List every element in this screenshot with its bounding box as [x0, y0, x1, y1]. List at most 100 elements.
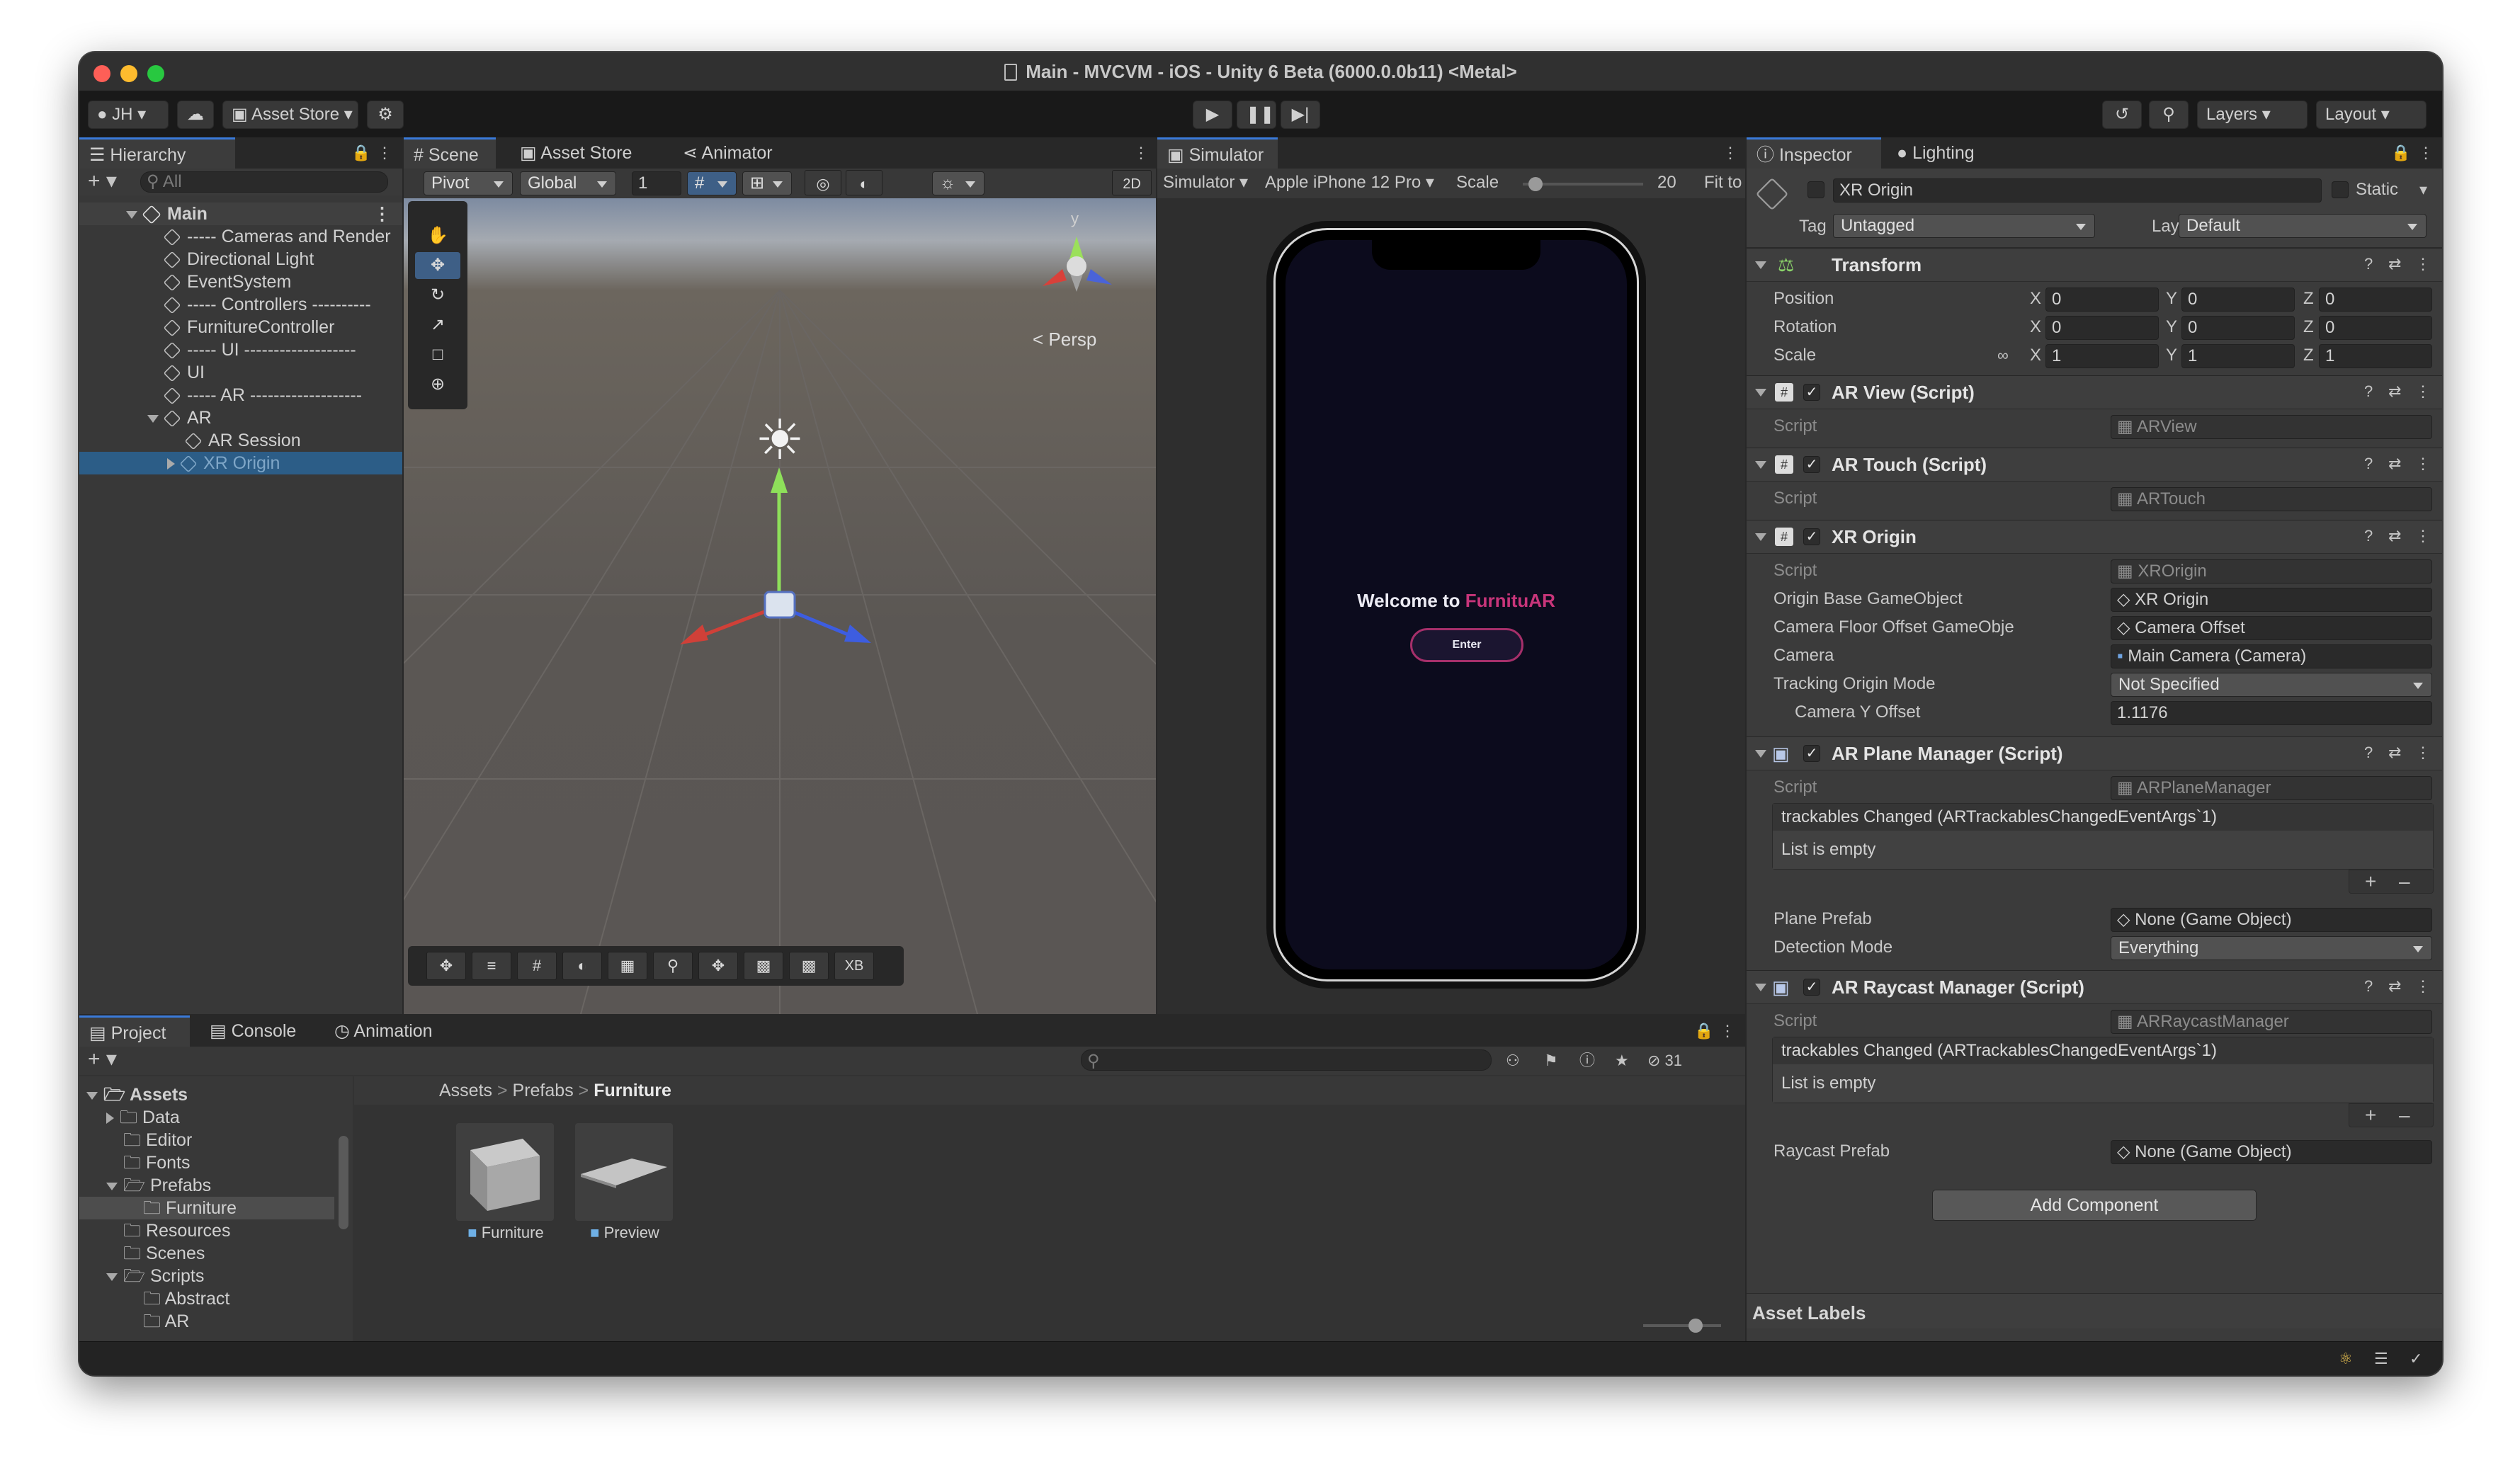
- help-icon[interactable]: ?: [2364, 743, 2373, 763]
- fit-to-screen-button[interactable]: Fit to: [1704, 171, 1742, 194]
- filter-log-icon[interactable]: ⓘ: [1579, 1051, 1595, 1071]
- overlay-anchor-button[interactable]: ✥: [698, 952, 738, 980]
- preset-icon[interactable]: ⇄: [2388, 382, 2401, 402]
- layers-dropdown[interactable]: Layers ▾: [2197, 101, 2308, 129]
- debug-icon[interactable]: ⚛: [2339, 1349, 2353, 1369]
- more-options-icon[interactable]: ⋮: [2418, 143, 2434, 163]
- ar-view-script-field[interactable]: ▦ ARView: [2111, 415, 2432, 439]
- hierarchy-item[interactable]: ----- UI -------------------: [163, 338, 356, 361]
- camera-y-offset-field[interactable]: 1.1176: [2111, 701, 2432, 725]
- overlay-camera-button[interactable]: ▩: [744, 952, 783, 980]
- create-asset-icon[interactable]: + ▾: [88, 1049, 117, 1070]
- ar-raycast-manager-header[interactable]: ▣ ✓ AR Raycast Manager (Script) ? ⇄ ⋮: [1747, 970, 2442, 1004]
- component-more-icon[interactable]: ⋮: [2415, 254, 2431, 274]
- component-more-icon[interactable]: ⋮: [2415, 454, 2431, 474]
- object-name-field[interactable]: XR Origin: [1833, 178, 2322, 203]
- tracking-origin-mode-dropdown[interactable]: Not Specified: [2111, 673, 2432, 697]
- lock-icon[interactable]: 🔒: [2391, 143, 2410, 163]
- pivot-dropdown[interactable]: Pivot: [424, 171, 513, 195]
- component-more-icon[interactable]: ⋮: [2415, 743, 2431, 763]
- tree-prefabs[interactable]: 🗁 Prefabs: [106, 1174, 211, 1197]
- simulator-mode-dropdown[interactable]: Simulator ▾: [1163, 171, 1248, 194]
- add-icon[interactable]: + ▾: [88, 171, 117, 192]
- lock-icon[interactable]: 🔒: [351, 143, 370, 163]
- account-button[interactable]: ● JH ▾: [88, 101, 169, 129]
- enabled-checkbox[interactable]: ✓: [1803, 456, 1820, 473]
- tree-resources[interactable]: 🗀 Resources: [123, 1219, 230, 1242]
- transform-header[interactable]: ⚖ Transform ? ⇄ ⋮: [1747, 248, 2442, 282]
- hierarchy-item[interactable]: UI: [163, 361, 205, 384]
- asset-tile[interactable]: ■ Furniture: [456, 1123, 555, 1251]
- static-checkbox[interactable]: [2332, 181, 2349, 198]
- tree-scenes[interactable]: 🗀 Scenes: [123, 1242, 205, 1265]
- origin-base-field[interactable]: ◇ XR Origin: [2111, 588, 2432, 612]
- grid-snap-input[interactable]: 1: [632, 171, 681, 195]
- help-icon[interactable]: ?: [2364, 454, 2373, 474]
- layers-status-icon[interactable]: ☰: [2374, 1349, 2388, 1369]
- hierarchy-item[interactable]: EventSystem: [163, 271, 291, 293]
- enabled-checkbox[interactable]: ✓: [1803, 384, 1820, 401]
- pause-button[interactable]: ❚❚: [1237, 101, 1276, 129]
- tree-fonts[interactable]: 🗀 Fonts: [123, 1151, 191, 1174]
- tab-simulator[interactable]: ▣ Simulator: [1157, 137, 1278, 169]
- snap-dropdown[interactable]: ⊞: [742, 171, 792, 195]
- xr-origin-script-field[interactable]: ▦ XROrigin: [2111, 559, 2432, 584]
- rotation-z-field[interactable]: 0: [2319, 316, 2432, 340]
- hierarchy-item[interactable]: ----- AR -------------------: [163, 384, 362, 406]
- enabled-checkbox[interactable]: ✓: [1803, 745, 1820, 762]
- component-more-icon[interactable]: ⋮: [2415, 526, 2431, 546]
- check-icon[interactable]: ✓: [2410, 1349, 2422, 1369]
- settings-button[interactable]: ⚙: [367, 101, 404, 129]
- help-icon[interactable]: ?: [2364, 526, 2373, 546]
- tree-scrollbar[interactable]: [339, 1136, 348, 1229]
- tab-hierarchy[interactable]: ☰ Hierarchy: [79, 137, 235, 169]
- scale-slider[interactable]: [1523, 177, 1643, 191]
- scale-y-field[interactable]: 1: [2181, 344, 2295, 368]
- tab-scene[interactable]: # Scene: [404, 137, 496, 169]
- favorites-icon[interactable]: ★: [1615, 1051, 1629, 1071]
- layer-dropdown[interactable]: Default: [2179, 214, 2427, 238]
- camera-field[interactable]: ▪ Main Camera (Camera): [2111, 644, 2432, 668]
- add-component-button[interactable]: Add Component: [1932, 1190, 2257, 1221]
- overlay-search-button[interactable]: ⚲: [653, 952, 693, 980]
- help-icon[interactable]: ?: [2364, 382, 2373, 402]
- remove-icon[interactable]: –: [2399, 872, 2410, 892]
- breadcrumb-item[interactable]: Assets: [439, 1081, 492, 1100]
- asset-store-button[interactable]: ▣ Asset Store ▾: [222, 101, 358, 129]
- grid-toggle-dropdown[interactable]: #: [687, 171, 737, 195]
- ar-touch-script-field[interactable]: ▦ ARTouch: [2111, 487, 2432, 511]
- ar-touch-header[interactable]: # ✓ AR Touch (Script) ? ⇄ ⋮: [1747, 448, 2442, 482]
- tree-abstract[interactable]: 🗀 Abstract: [143, 1287, 229, 1310]
- lock-icon[interactable]: 🔒: [1694, 1021, 1713, 1041]
- history-button[interactable]: ↺: [2102, 101, 2142, 129]
- device-dropdown[interactable]: Apple iPhone 12 Pro ▾: [1265, 171, 1434, 194]
- tab-asset-store[interactable]: ▣ Asset Store: [510, 137, 642, 169]
- hidden-packages-icon[interactable]: ⊘ 31: [1647, 1051, 1682, 1071]
- rect-tool-button[interactable]: □: [415, 341, 460, 368]
- icon-size-slider[interactable]: [1643, 1319, 1721, 1333]
- persp-label[interactable]: < Persp: [1033, 329, 1096, 351]
- step-button[interactable]: ▶|: [1281, 101, 1320, 129]
- hierarchy-scene-main[interactable]: Main ⋮: [79, 203, 402, 225]
- enabled-checkbox[interactable]: ✓: [1803, 979, 1820, 996]
- tree-scripts[interactable]: 🗁 Scripts: [106, 1265, 204, 1287]
- preset-icon[interactable]: ⇄: [2388, 977, 2401, 996]
- hierarchy-item[interactable]: AR Session: [184, 429, 301, 452]
- 2d-toggle-button[interactable]: 2D: [1112, 170, 1152, 195]
- tree-editor[interactable]: 🗀 Editor: [123, 1129, 192, 1151]
- tag-dropdown[interactable]: Untagged: [1833, 214, 2095, 238]
- overlay-adjust-button[interactable]: ≡: [472, 952, 511, 980]
- overlay-xb-button[interactable]: XB: [834, 952, 874, 980]
- move-gizmo[interactable]: [659, 467, 899, 694]
- search-button[interactable]: ⚲: [2149, 101, 2189, 129]
- breadcrumb-item[interactable]: Prefabs: [513, 1081, 574, 1100]
- overlay-layers-button[interactable]: ▦: [608, 952, 647, 980]
- position-y-field[interactable]: 0: [2181, 288, 2295, 312]
- transform-tool-button[interactable]: ⊕: [415, 371, 460, 398]
- device-screen[interactable]: Welcome to FurnituAR Enter: [1285, 240, 1627, 969]
- raycast-prefab-field[interactable]: ◇ None (Game Object): [2111, 1140, 2432, 1164]
- position-z-field[interactable]: 0: [2319, 288, 2432, 312]
- hierarchy-item[interactable]: Directional Light: [163, 248, 314, 271]
- preset-icon[interactable]: ⇄: [2388, 743, 2401, 763]
- ar-plane-manager-header[interactable]: ▣ ✓ AR Plane Manager (Script) ? ⇄ ⋮: [1747, 736, 2442, 770]
